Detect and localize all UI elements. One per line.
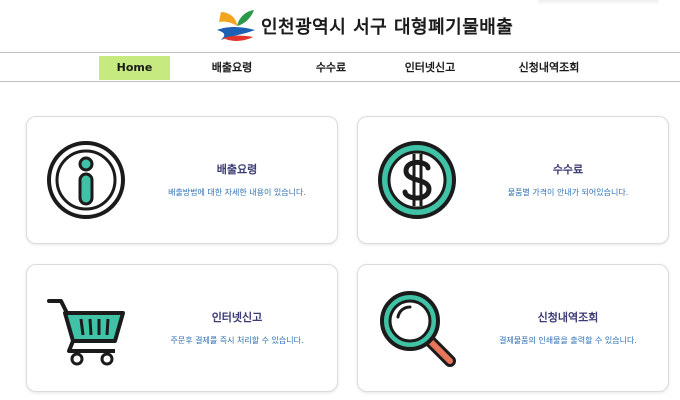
main-nav: Home 배출요령 수수료 인터넷신고 신청내역조회 (0, 52, 680, 82)
card-title: 인터넷신고 (211, 311, 263, 324)
nav-item-disposal-guide[interactable]: 배출요령 (200, 56, 264, 80)
page: 인천광역시 서구 대형폐기물배출 Home 배출요령 수수료 인터넷신고 신청내… (0, 0, 680, 400)
card-application-lookup[interactable]: 신청내역조회 결제물품의 인쇄물을 출력할 수 있습니다. (357, 264, 669, 392)
seogu-logo-icon (217, 10, 255, 41)
nav-item-home[interactable]: Home (99, 56, 170, 80)
card-title: 신청내역조회 (537, 311, 599, 324)
card-description: 주문후 결제를 즉시 처리할 수 있습니다. (170, 336, 304, 345)
card-title: 배출요령 (216, 163, 258, 176)
card-fees[interactable]: 수수료 물품별 가격이 안내가 되어있습니다. (357, 116, 669, 244)
dollar-coin-icon (378, 141, 456, 219)
nav-item-online-report[interactable]: 인터넷신고 (385, 56, 475, 80)
card-title: 수수료 (552, 163, 584, 176)
card-description: 배출방법에 대한 자세한 내용이 있습니다. (168, 188, 306, 197)
info-icon (47, 141, 125, 219)
card-description: 결제물품의 인쇄물을 출력할 수 있습니다. (499, 336, 637, 345)
card-description: 물품별 가격이 안내가 되어있습니다. (507, 188, 629, 197)
nav-item-application-lookup[interactable]: 신청내역조회 (503, 56, 595, 80)
card-online-report[interactable]: 인터넷신고 주문후 결제를 즉시 처리할 수 있습니다. (26, 264, 338, 392)
shopping-cart-icon (47, 299, 125, 366)
nav-item-fees[interactable]: 수수료 (302, 56, 360, 80)
site-title: 인천광역시 서구 대형폐기물배출 (261, 17, 514, 38)
header: 인천광역시 서구 대형폐기물배출 (0, 0, 680, 52)
card-disposal-guide[interactable]: 배출요령 배출방법에 대한 자세한 내용이 있습니다. (26, 116, 338, 244)
brand[interactable]: 인천광역시 서구 대형폐기물배출 (215, 8, 513, 44)
magnifier-icon (380, 291, 456, 367)
